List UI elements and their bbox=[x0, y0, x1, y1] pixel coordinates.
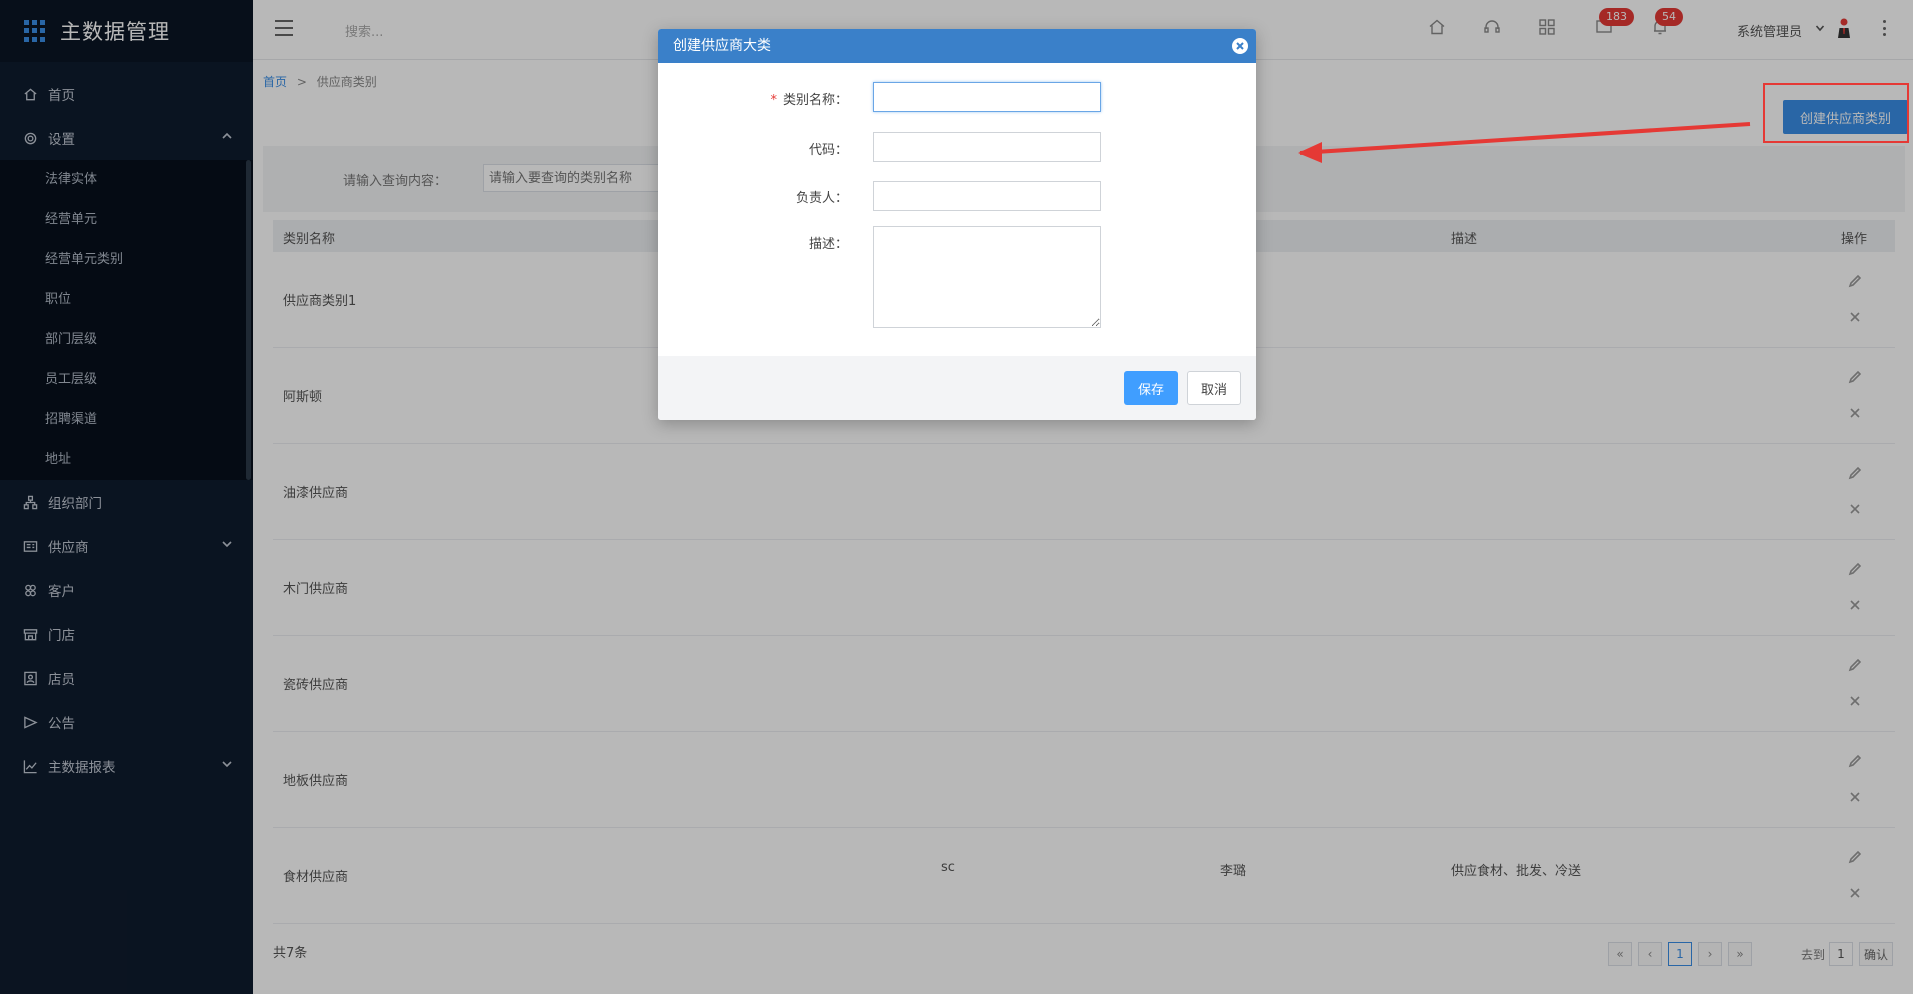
cancel-button[interactable]: 取消 bbox=[1187, 371, 1241, 405]
required-mark: * bbox=[770, 93, 777, 108]
create-category-dialog: 创建供应商大类 * 类别名称： 代码： 负责人： 描述： 保存 取消 bbox=[658, 29, 1256, 420]
save-button[interactable]: 保存 bbox=[1124, 371, 1178, 405]
code-label: 代码： bbox=[808, 143, 848, 158]
category-name-input[interactable] bbox=[873, 82, 1101, 112]
owner-label: 负责人： bbox=[795, 191, 848, 206]
annotation-highlight-box bbox=[1763, 83, 1909, 143]
category-name-label: * 类别名称： bbox=[728, 89, 848, 108]
dialog-header: 创建供应商大类 bbox=[658, 29, 1256, 63]
dialog-footer: 保存 取消 bbox=[658, 356, 1256, 420]
dialog-body: * 类别名称： 代码： 负责人： 描述： bbox=[658, 63, 1256, 356]
close-icon[interactable] bbox=[1232, 38, 1248, 54]
description-textarea[interactable] bbox=[873, 226, 1101, 328]
code-input[interactable] bbox=[873, 132, 1101, 162]
description-label: 描述： bbox=[808, 237, 848, 252]
dialog-title: 创建供应商大类 bbox=[673, 38, 771, 54]
category-name-label-text: 类别名称： bbox=[782, 93, 848, 108]
owner-input[interactable] bbox=[873, 181, 1101, 211]
